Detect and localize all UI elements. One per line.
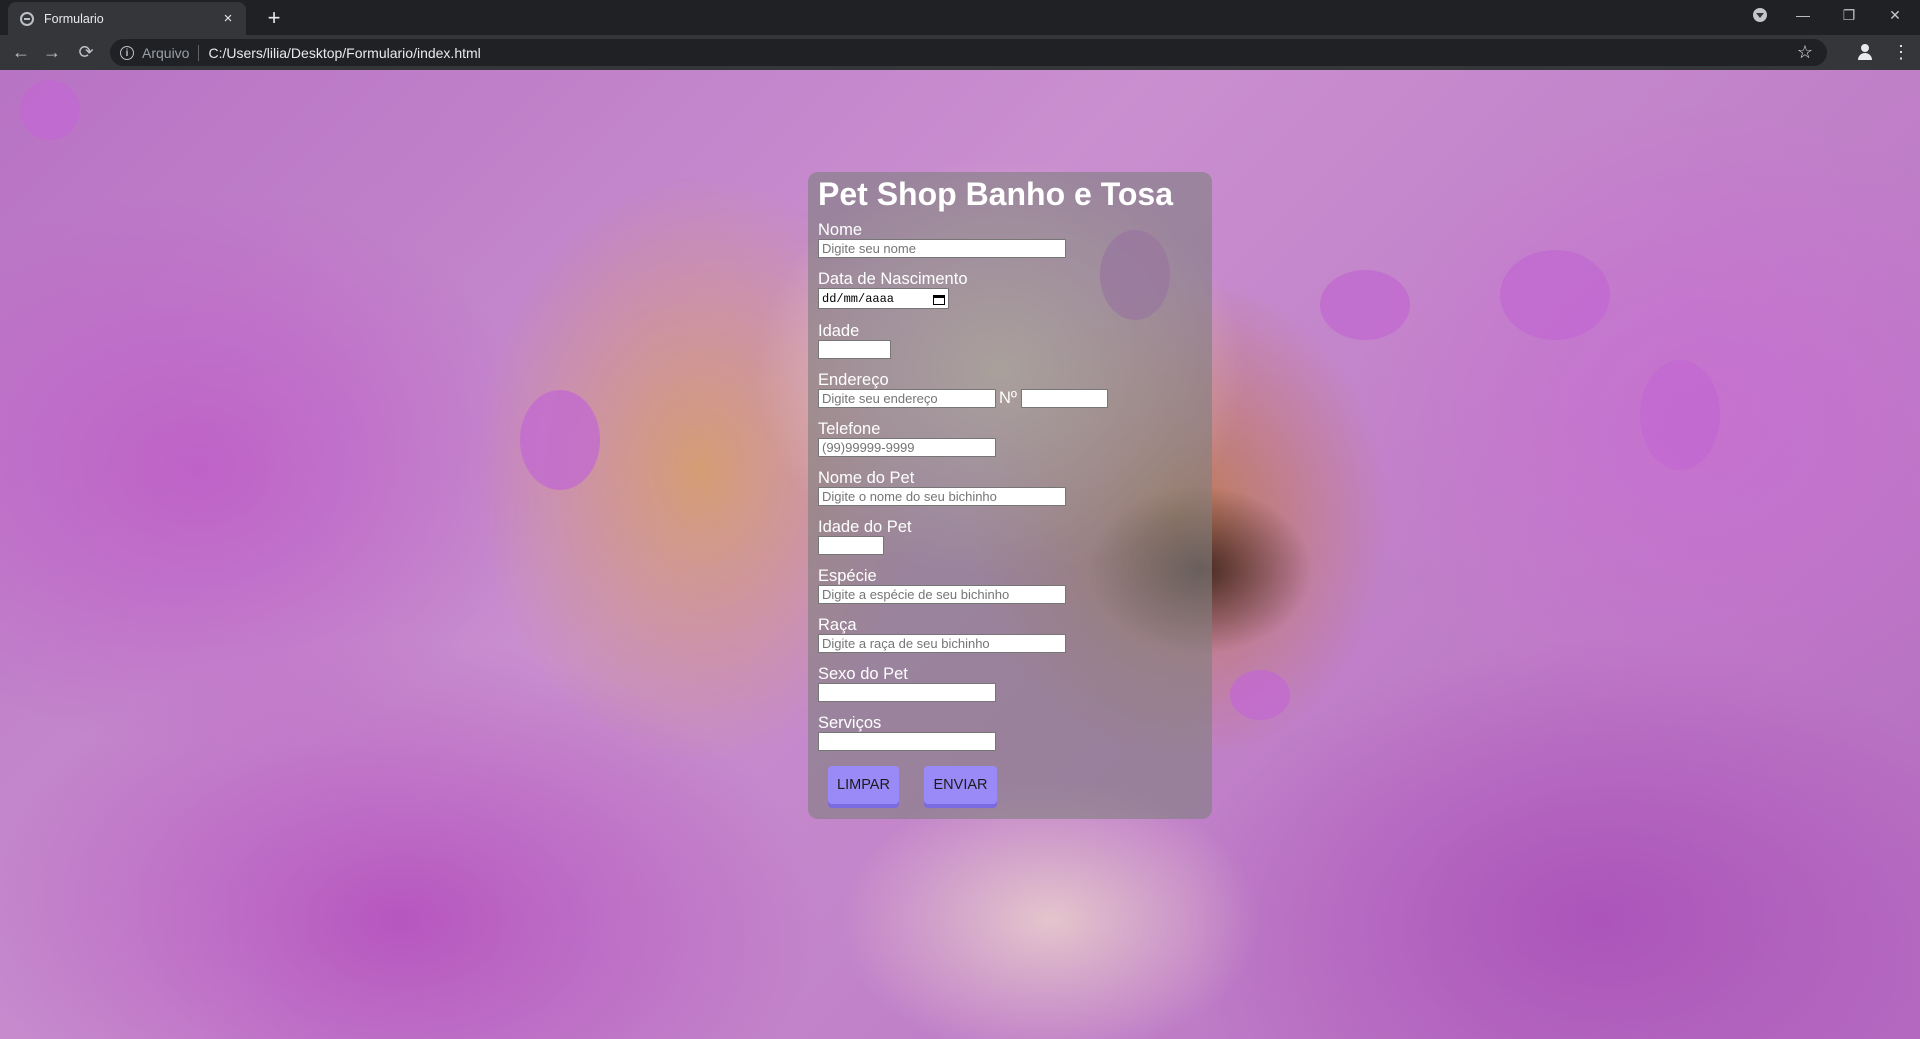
bookmark-star-icon[interactable]: ☆ <box>1797 42 1813 63</box>
minimize-button[interactable]: — <box>1780 0 1826 32</box>
divider <box>198 44 200 61</box>
calendar-icon[interactable] <box>933 293 945 305</box>
numero-label: Nº <box>999 389 1017 407</box>
new-tab-button[interactable]: + <box>260 4 288 32</box>
nascimento-label: Data de Nascimento <box>818 270 968 288</box>
idade-pet-input[interactable] <box>818 536 884 555</box>
servicos-label: Serviços <box>818 714 882 732</box>
scheme-label: Arquivo <box>142 44 190 61</box>
endereco-input[interactable] <box>818 389 996 408</box>
date-value: dd/mm/aaaa <box>822 291 895 306</box>
nome-input[interactable] <box>818 239 1066 258</box>
sexo-pet-label: Sexo do Pet <box>818 665 908 683</box>
tab-title: Formulario <box>44 11 104 26</box>
numero-input[interactable] <box>1021 389 1108 408</box>
servicos-input[interactable] <box>818 732 996 751</box>
limpar-button[interactable]: LIMPAR <box>828 766 899 804</box>
globe-icon <box>20 11 34 26</box>
nome-label: Nome <box>818 221 863 239</box>
restore-button[interactable]: ❐ <box>1826 0 1872 32</box>
profile-avatar-icon[interactable] <box>1856 43 1874 61</box>
browser-toolbar: ← → ⟳ i Arquivo C:/Users/lilia/Desktop/F… <box>0 35 1920 70</box>
telefone-label: Telefone <box>818 420 881 438</box>
enviar-button[interactable]: ENVIAR <box>924 766 997 804</box>
address-bar[interactable]: i Arquivo C:/Users/lilia/Desktop/Formula… <box>110 39 1827 66</box>
idade-pet-label: Idade do Pet <box>818 518 912 536</box>
url-text[interactable]: C:/Users/lilia/Desktop/Formulario/index.… <box>208 45 480 61</box>
raca-label: Raça <box>818 616 857 634</box>
nascimento-date-input[interactable]: dd/mm/aaaa <box>818 288 949 309</box>
close-window-button[interactable]: ✕ <box>1872 0 1918 32</box>
info-icon[interactable]: i <box>120 45 134 60</box>
reload-button[interactable]: ⟳ <box>72 38 100 66</box>
page-viewport: Pet Shop Banho e Tosa Nome Data de Nasci… <box>0 70 1920 1039</box>
raca-input[interactable] <box>818 634 1066 653</box>
browser-tab-bar: Formulario × + — ❐ ✕ <box>0 0 1920 35</box>
nome-pet-input[interactable] <box>818 487 1066 506</box>
pet-shop-form: Pet Shop Banho e Tosa Nome Data de Nasci… <box>808 172 1212 819</box>
especie-input[interactable] <box>818 585 1066 604</box>
browser-tab[interactable]: Formulario × <box>8 2 246 35</box>
form-title: Pet Shop Banho e Tosa <box>818 176 1173 212</box>
especie-label: Espécie <box>818 567 877 585</box>
sexo-pet-input[interactable] <box>818 683 996 702</box>
idade-label: Idade <box>818 322 860 340</box>
idade-input[interactable] <box>818 340 891 359</box>
tab-search-icon[interactable] <box>1753 8 1767 22</box>
back-button[interactable]: ← <box>7 38 35 66</box>
browser-menu-icon[interactable]: ⋮ <box>1892 41 1910 63</box>
telefone-input[interactable] <box>818 438 996 457</box>
tab-close-icon[interactable]: × <box>216 10 240 27</box>
forward-button[interactable]: → <box>38 38 66 66</box>
nome-pet-label: Nome do Pet <box>818 469 915 487</box>
endereco-label: Endereço <box>818 371 889 389</box>
